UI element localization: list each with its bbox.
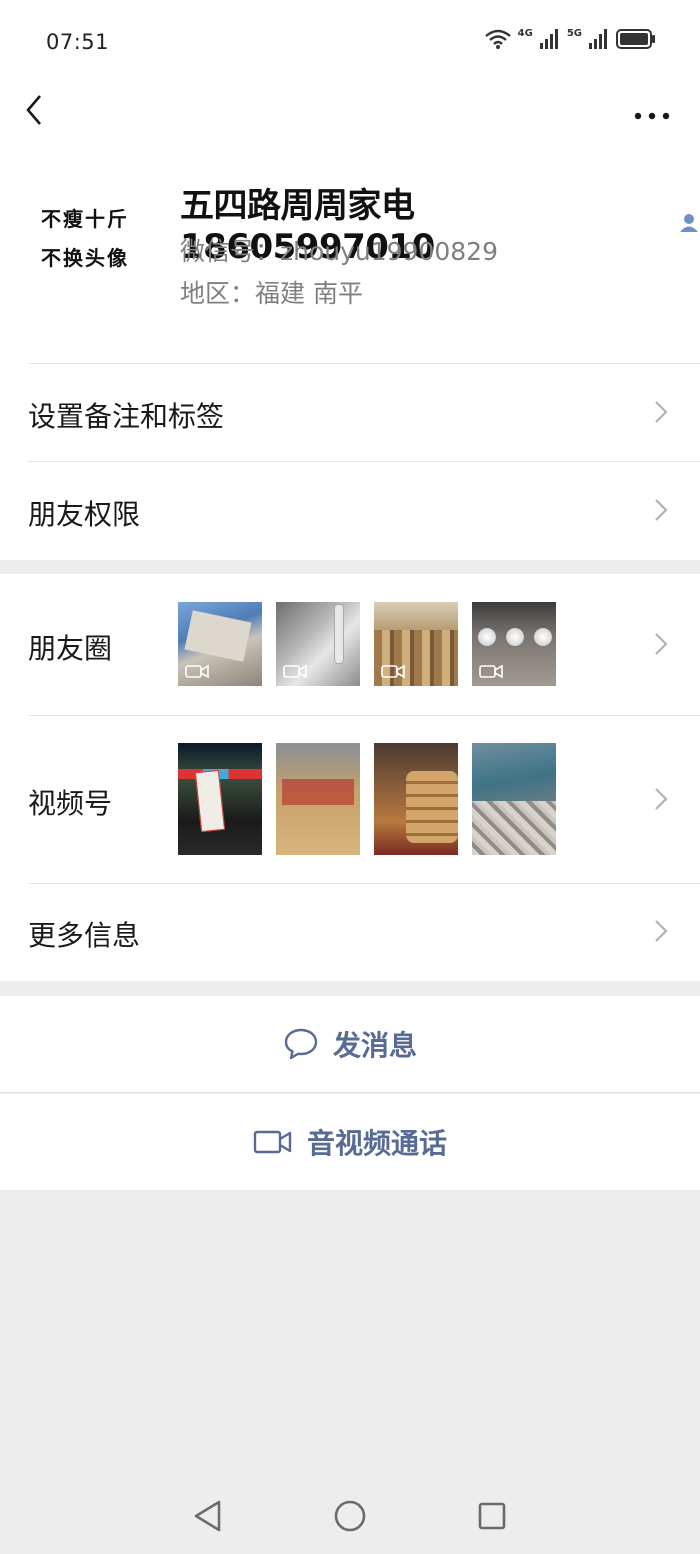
- channels-thumb: [472, 743, 556, 855]
- moments-label: 朋友圈: [28, 632, 113, 665]
- channels-cell[interactable]: 视频号: [0, 716, 700, 883]
- nav-recents-icon[interactable]: [477, 1501, 507, 1531]
- divider: [0, 1092, 700, 1093]
- channels-thumb: [276, 743, 360, 855]
- system-nav-bar: [0, 1478, 700, 1554]
- region: 地区：福建 南平: [180, 279, 363, 308]
- remark-tags-cell[interactable]: 设置备注和标签: [0, 363, 700, 461]
- chevron-right-icon: [655, 788, 668, 810]
- chat-bubble-icon: [284, 1028, 318, 1060]
- wifi-icon: [484, 29, 511, 49]
- send-message-button[interactable]: 发消息: [0, 996, 700, 1092]
- nav-bar: [0, 84, 700, 148]
- friend-permissions-cell[interactable]: 朋友权限: [0, 462, 700, 560]
- friend-permissions-label: 朋友权限: [28, 498, 141, 531]
- send-message-label: 发消息: [332, 1029, 417, 1062]
- video-icon: [479, 664, 503, 679]
- video-icon: [185, 664, 209, 679]
- video-icon: [283, 664, 307, 679]
- moments-cell[interactable]: 朋友圈: [0, 574, 700, 715]
- status-bar: 07:51 4G 5G: [0, 0, 700, 84]
- battery-icon: [616, 29, 655, 49]
- video-camera-icon: [253, 1130, 292, 1154]
- avatar-text-line: 不瘦十斤: [41, 207, 129, 231]
- network-label-4g: 4G: [517, 28, 533, 39]
- video-icon: [381, 664, 405, 679]
- moments-thumb: [276, 602, 360, 686]
- channels-thumb: [374, 743, 458, 855]
- wechat-id: 微信号：zhouyu19900829: [180, 237, 498, 266]
- moments-thumb: [178, 602, 262, 686]
- nav-home-icon[interactable]: [333, 1499, 367, 1533]
- channels-label: 视频号: [28, 787, 113, 820]
- nav-back-icon[interactable]: [193, 1499, 223, 1533]
- network-label-5g: 5G: [566, 28, 582, 39]
- chevron-right-icon: [655, 633, 668, 655]
- settings-group: 设置备注和标签 朋友权限: [0, 363, 700, 560]
- content-group: 朋友圈 视频号 更多信息: [0, 574, 700, 981]
- moments-thumb: [374, 602, 458, 686]
- moments-thumbnails: [178, 602, 556, 686]
- av-call-label: 音视频通话: [306, 1127, 447, 1160]
- channels-thumb: [178, 743, 262, 855]
- avatar-text-line: 不换头像: [41, 246, 129, 270]
- status-time: 07:51: [46, 30, 110, 54]
- profile-header: 不瘦十斤 不换头像 五四路周周家电18605997010 微信号：zhouyu1…: [0, 148, 700, 363]
- remark-tags-label: 设置备注和标签: [28, 400, 225, 433]
- avatar[interactable]: 不瘦十斤 不换头像: [28, 180, 142, 294]
- more-icon[interactable]: [630, 94, 674, 124]
- av-call-button[interactable]: 音视频通话: [0, 1094, 700, 1190]
- signal-icon: [589, 29, 607, 49]
- channels-thumbnails: [178, 743, 556, 855]
- chevron-right-icon: [655, 920, 668, 942]
- chevron-right-icon: [655, 401, 668, 423]
- more-info-label: 更多信息: [28, 919, 141, 952]
- back-icon[interactable]: [18, 88, 58, 132]
- contact-icon: [680, 213, 699, 232]
- more-info-cell[interactable]: 更多信息: [0, 884, 700, 981]
- status-icons: 4G 5G: [484, 28, 656, 50]
- moments-thumb: [472, 602, 556, 686]
- signal-icon: [539, 29, 558, 49]
- chevron-right-icon: [655, 499, 668, 521]
